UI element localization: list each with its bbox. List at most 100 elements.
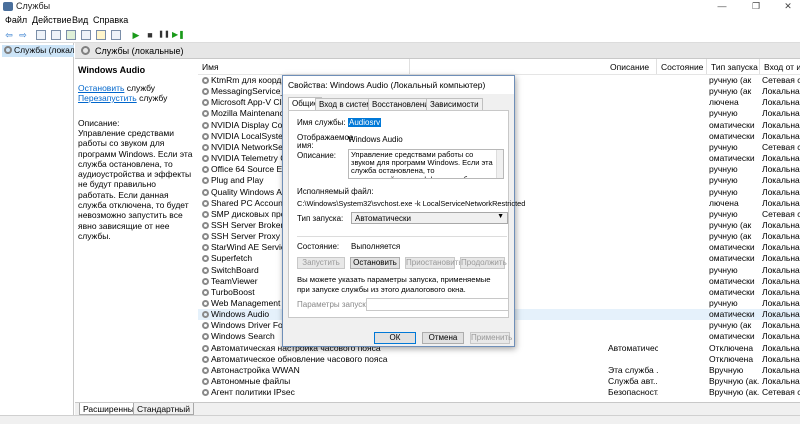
service-name-text: StarWind AE Service [211, 242, 290, 253]
service-logon-cell: Сетевая служба [762, 141, 800, 152]
service-state-cell [659, 298, 709, 309]
pause-service-icon[interactable]: ❚❚ [158, 29, 170, 41]
gear-icon [202, 378, 209, 386]
tree-node-services-local[interactable]: Службы (локальны [2, 45, 74, 57]
service-name-text: Агент политики IPsec [211, 387, 295, 398]
service-desc-cell [608, 242, 658, 253]
service-name-text: SwitchBoard [211, 264, 259, 275]
service-desc-cell [608, 276, 658, 287]
column-log-on-as[interactable]: Вход от имени [760, 59, 800, 74]
display-name-value[interactable]: Windows Audio [348, 135, 403, 144]
properties-icon[interactable] [111, 30, 121, 40]
service-name-text: TeamViewer [211, 275, 258, 286]
gear-icon [202, 311, 209, 319]
gear-icon [202, 166, 209, 174]
service-state-cell [659, 75, 709, 86]
service-start-cell: Отключена [709, 353, 754, 364]
service-name-label: Имя службы: [297, 118, 346, 127]
service-start-cell: ручную (ак [709, 231, 752, 242]
service-logon-cell: Локальная систе [762, 108, 800, 119]
menu-action[interactable]: Действие [32, 15, 72, 25]
column-description[interactable]: Описание [606, 59, 657, 74]
pause-button[interactable]: Приостановить [405, 257, 463, 269]
service-logon-cell: Локальная систе [762, 130, 800, 141]
service-logon-cell: Сетевая служба [762, 208, 800, 219]
service-desc-cell [608, 187, 658, 198]
start-params-input[interactable] [366, 298, 509, 311]
restart-service-icon[interactable]: ▶❚ [172, 29, 185, 41]
service-name-value[interactable]: Audiosrv [348, 118, 382, 127]
description-scrollbar[interactable] [496, 150, 503, 178]
description-field[interactable]: Управление средствами работы со звуком д… [348, 149, 504, 179]
console-tree-icon[interactable] [36, 30, 46, 40]
service-logon-cell: Локальная систе [762, 175, 800, 186]
gear-icon [202, 210, 209, 218]
service-desc-cell [608, 320, 658, 331]
gear-icon [202, 199, 209, 207]
display-name-label-2: имя: [297, 141, 314, 150]
ok-button[interactable]: ОК [374, 332, 416, 344]
service-logon-cell: Локальная систе [762, 264, 800, 275]
stop-service-suffix: службу [124, 83, 156, 93]
service-desc-cell: Служба авт... [608, 376, 658, 387]
table-row[interactable]: Автономные файлы Служба авт... Вручную (ак… [198, 376, 800, 387]
details-view-icon[interactable] [51, 30, 61, 40]
column-status[interactable]: Состояние [657, 59, 707, 74]
description-label: Описание: [78, 118, 120, 128]
service-logon-cell: Локальная систе [762, 364, 800, 375]
service-logon-cell: Локальная систе [762, 253, 800, 264]
start-button[interactable]: Запустить [297, 257, 345, 269]
service-start-cell: оматически [709, 331, 755, 342]
refresh-icon[interactable] [66, 30, 76, 40]
resume-button[interactable]: Продолжить [460, 257, 507, 269]
service-desc-cell [608, 220, 658, 231]
service-start-cell: оматически [709, 153, 755, 164]
apply-button[interactable]: Применить [470, 332, 512, 344]
executable-path-value[interactable]: C:\Windows\System32\svchost.exe -k Local… [297, 199, 525, 208]
start-service-icon[interactable]: ▶ [130, 29, 142, 41]
gear-icon [202, 255, 209, 263]
service-start-cell: оматически [709, 130, 755, 141]
service-logon-cell: Локальная систе [762, 331, 800, 342]
restart-service-link[interactable]: Перезапустить [78, 93, 137, 103]
export-list-icon[interactable] [81, 30, 91, 40]
stop-service-icon[interactable]: ■ [144, 29, 156, 41]
column-startup-type[interactable]: Тип запуска [707, 59, 760, 74]
tab-standard[interactable]: Стандартный [133, 403, 195, 415]
minimize-button[interactable]: — [712, 0, 732, 13]
service-state-cell [659, 164, 709, 175]
service-name-cell: Автонастройка WWAN [202, 365, 312, 376]
startup-type-select[interactable]: Автоматически ▼ [351, 212, 508, 224]
column-description-hidden [410, 59, 455, 74]
help-icon[interactable] [96, 30, 106, 40]
service-desc-cell [608, 164, 658, 175]
table-row[interactable]: Автонастройка WWAN Эта служба ... Вручную Л… [198, 365, 800, 376]
cancel-button[interactable]: Отмена [422, 332, 464, 344]
service-start-cell: оматически [709, 286, 755, 297]
stop-service-link[interactable]: Остановить [78, 83, 124, 93]
service-state-cell [659, 97, 709, 108]
table-row[interactable]: Агент политики IPsec Безопасност... Вручну… [198, 387, 800, 398]
forward-icon[interactable]: ⇨ [17, 29, 29, 41]
maximize-button[interactable]: ❐ [746, 0, 766, 13]
service-state-cell [659, 108, 709, 119]
table-row[interactable]: Автоматическое обновление часового пояса… [198, 354, 800, 365]
menu-help[interactable]: Справка [93, 15, 128, 25]
column-name[interactable]: Имя [198, 59, 410, 74]
gear-icon [202, 344, 209, 352]
gear-icon [202, 277, 209, 285]
back-icon[interactable]: ⇦ [3, 29, 15, 41]
menu-view[interactable]: Вид [72, 15, 88, 25]
service-state-cell [659, 354, 709, 365]
snapin-header-title: Службы (локальные) [95, 46, 184, 56]
service-name-text: Автономные файлы [211, 376, 291, 387]
close-button[interactable]: ✕ [778, 0, 798, 13]
service-state-cell [659, 120, 709, 131]
service-state-cell [659, 320, 709, 331]
service-desc-cell [608, 97, 658, 108]
service-start-cell: ручную [709, 264, 738, 275]
service-state-cell [659, 276, 709, 287]
stop-button[interactable]: Остановить [350, 257, 400, 269]
tab-dependencies[interactable]: Зависимости [426, 98, 483, 110]
menu-file[interactable]: Файл [5, 15, 27, 25]
